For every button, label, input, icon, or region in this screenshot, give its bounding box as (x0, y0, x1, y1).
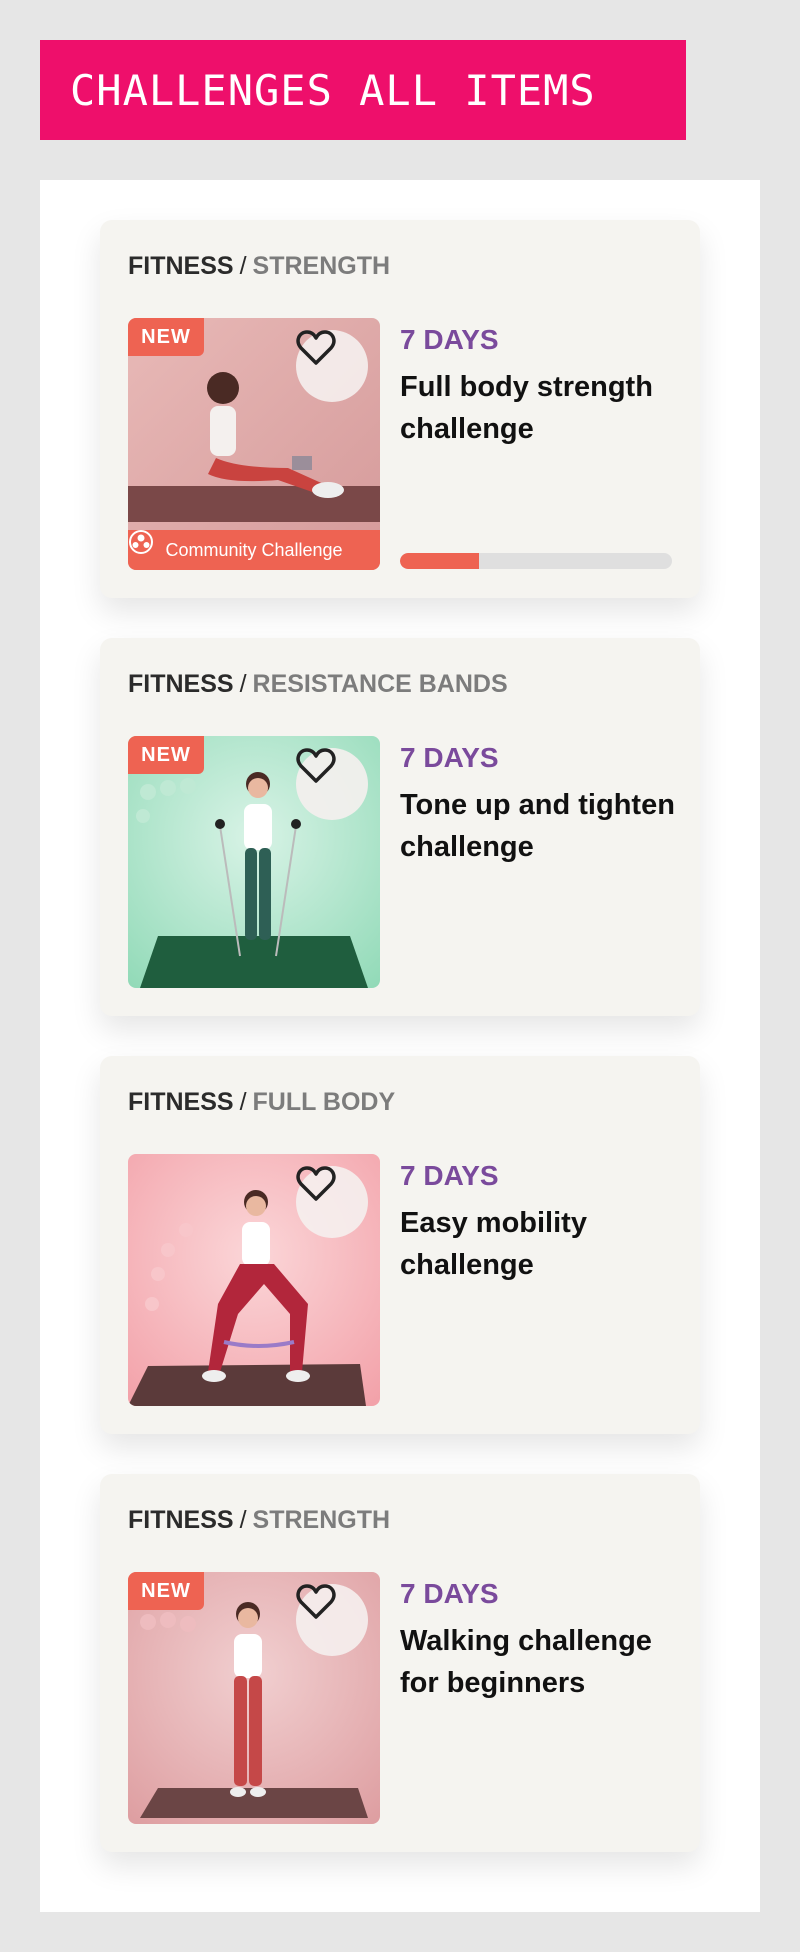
new-badge: NEW (128, 318, 204, 356)
challenge-title[interactable]: Walking challenge for beginners (400, 1620, 680, 1704)
breadcrumb-category: FITNESS (128, 252, 234, 280)
page-title: CHALLENGES ALL ITEMS (40, 40, 686, 140)
heart-icon (296, 1166, 336, 1201)
challenges-list: FITNESS / STRENGTH NEW Community Challen… (40, 180, 760, 1912)
challenge-duration: 7 DAYS (400, 324, 499, 355)
challenge-title[interactable]: Full body strength challenge (400, 366, 680, 450)
favorite-button[interactable] (296, 1166, 368, 1238)
challenge-card-full-body-strength[interactable]: FITNESS / STRENGTH NEW Community Challen… (100, 220, 700, 598)
favorite-button[interactable] (296, 748, 368, 820)
breadcrumb: FITNESS / FULL BODY (128, 1088, 395, 1117)
challenge-title[interactable]: Easy mobility challenge (400, 1202, 680, 1286)
challenge-duration: 7 DAYS (400, 742, 499, 773)
new-badge: NEW (128, 736, 204, 774)
challenge-duration: 7 DAYS (400, 1160, 499, 1191)
breadcrumb-subcategory: STRENGTH (252, 1506, 391, 1534)
community-challenge-banner: Community Challenge (128, 530, 380, 570)
challenge-card-easy-mobility[interactable]: FITNESS / FULL BODY 7 DAYS Easy mobility… (100, 1056, 700, 1434)
heart-icon (296, 330, 336, 365)
challenge-duration: 7 DAYS (400, 1578, 499, 1609)
challenge-card-tone-up[interactable]: FITNESS / RESISTANCE BANDS NEW 7 DAYS To… (100, 638, 700, 1016)
challenge-thumbnail[interactable]: NEW (128, 1572, 380, 1824)
breadcrumb-subcategory: FULL BODY (252, 1088, 396, 1116)
breadcrumb-subcategory: RESISTANCE BANDS (252, 670, 508, 698)
breadcrumb-category: FITNESS (128, 1506, 234, 1534)
new-badge: NEW (128, 1572, 204, 1610)
breadcrumb-category: FITNESS (128, 1088, 234, 1116)
challenge-progress-bar (400, 553, 672, 569)
breadcrumb: FITNESS / STRENGTH (128, 1506, 390, 1535)
favorite-button[interactable] (296, 330, 368, 402)
breadcrumb-separator: / (239, 1506, 247, 1534)
breadcrumb-separator: / (239, 1088, 247, 1116)
challenge-thumbnail[interactable]: NEW (128, 736, 380, 988)
breadcrumb-separator: / (239, 670, 247, 698)
breadcrumb-subcategory: STRENGTH (252, 252, 391, 280)
breadcrumb-category: FITNESS (128, 670, 234, 698)
favorite-button[interactable] (296, 1584, 368, 1656)
heart-icon (296, 1584, 336, 1619)
challenge-card-walking[interactable]: FITNESS / STRENGTH NEW 7 DAYS Walking ch… (100, 1474, 700, 1852)
challenge-thumbnail[interactable] (128, 1154, 380, 1406)
challenge-title[interactable]: Tone up and tighten challenge (400, 784, 680, 868)
heart-icon (296, 748, 336, 783)
progress-fill (400, 553, 479, 569)
community-icon (129, 530, 153, 554)
breadcrumb: FITNESS / STRENGTH (128, 252, 390, 281)
challenge-thumbnail[interactable]: NEW Community Challenge (128, 318, 380, 570)
breadcrumb-separator: / (239, 252, 247, 280)
community-challenge-label: Community Challenge (165, 539, 343, 560)
breadcrumb: FITNESS / RESISTANCE BANDS (128, 670, 508, 699)
